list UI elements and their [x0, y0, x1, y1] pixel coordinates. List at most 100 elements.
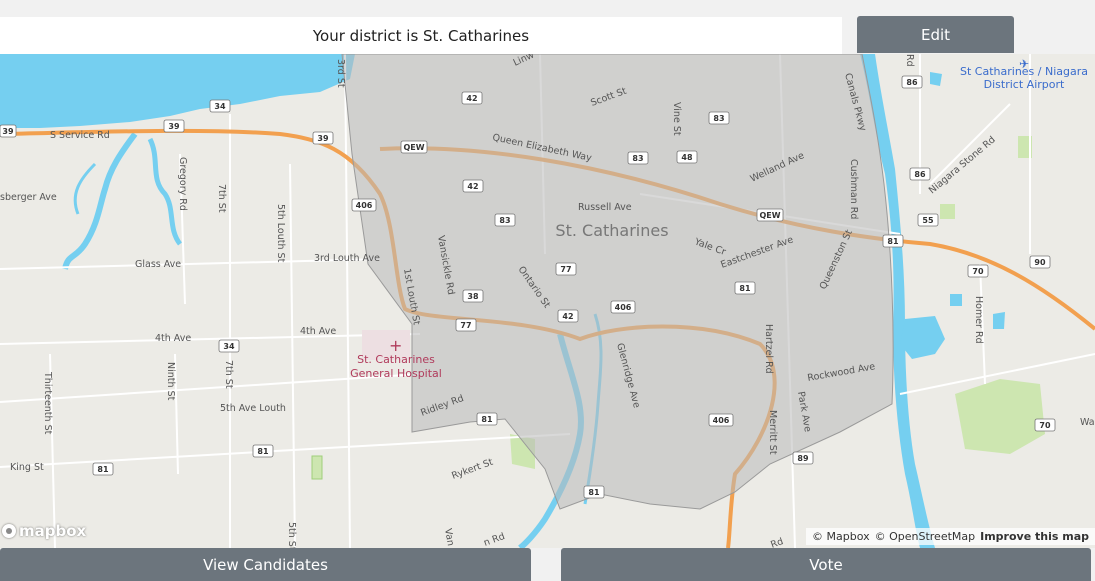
route-shield: 39 [312, 131, 334, 145]
route-shield: 406 [708, 413, 734, 427]
map-attribution: © Mapbox © OpenStreetMap Improve this ma… [806, 528, 1095, 545]
creek-west-3 [73, 162, 97, 215]
airport-label-line1: St Catharines / Niagara [960, 65, 1088, 78]
pond-east2 [993, 312, 1005, 329]
svg-text:406: 406 [356, 201, 373, 210]
svg-text:39: 39 [317, 134, 329, 143]
svg-text:55: 55 [922, 216, 934, 225]
street-label: Merritt St [767, 410, 778, 455]
route-shield: 42 [461, 91, 483, 105]
street-label: 7th St [223, 360, 234, 389]
svg-text:34: 34 [214, 102, 226, 111]
svg-text:77: 77 [460, 321, 471, 330]
hospital-label-line2: General Hospital [350, 367, 442, 380]
lake-ontario [0, 54, 355, 128]
svg-text:406: 406 [615, 303, 632, 312]
map-canvas: + St. Catharines General Hospital ✈ St C… [0, 54, 1095, 548]
svg-text:QEW: QEW [403, 143, 424, 152]
street-label: Van [442, 528, 456, 547]
mapbox-logo[interactable]: mapbox [2, 522, 86, 540]
canal-pond [900, 316, 945, 359]
street-label: Rykert St [450, 457, 495, 482]
street-label: Rd [769, 536, 785, 548]
edit-button[interactable]: Edit [857, 16, 1014, 53]
attribution-osm-link[interactable]: © OpenStreetMap [875, 530, 976, 543]
route-shield: 89 [792, 451, 814, 465]
svg-text:81: 81 [739, 284, 751, 293]
street-label: Cushman Rd [848, 159, 859, 219]
attribution-mapbox-link[interactable]: © Mapbox [812, 530, 870, 543]
route-shield: 86 [901, 75, 923, 89]
route-shield: 42 [462, 179, 484, 193]
view-candidates-button[interactable]: View Candidates [0, 548, 531, 581]
route-shield: 81 [882, 234, 904, 248]
improve-map-link[interactable]: Improve this map [980, 530, 1089, 543]
svg-text:90: 90 [1034, 258, 1046, 267]
svg-text:42: 42 [562, 312, 573, 321]
svg-text:77: 77 [560, 265, 571, 274]
route-shield: 86 [909, 167, 931, 181]
route-shield: QEW [400, 140, 428, 154]
airport-water [930, 72, 942, 86]
hospital-label-line1: St. Catharines [357, 353, 435, 366]
route-shield: 38 [462, 289, 484, 303]
svg-text:QEW: QEW [759, 211, 780, 220]
route-shield: 81 [252, 444, 274, 458]
park-ne [940, 204, 955, 219]
svg-text:406: 406 [713, 416, 730, 425]
street-label: 5th Ave Louth [220, 403, 286, 414]
route-shield: 34 [218, 339, 240, 353]
route-shield: 39 [0, 124, 17, 138]
street-label: 5th Louth St [275, 204, 286, 263]
svg-text:39: 39 [2, 127, 14, 136]
route-shield: 81 [476, 412, 498, 426]
route-shield: 55 [917, 213, 939, 227]
route-shield: 39 [163, 119, 185, 133]
svg-text:70: 70 [972, 267, 984, 276]
street-label: Hartzel Rd [763, 324, 774, 374]
route-shield: 70 [967, 264, 989, 278]
street-label: Vine St [671, 102, 682, 136]
route-shield: 42 [557, 309, 579, 323]
route-shield: 406 [351, 198, 377, 212]
vote-button[interactable]: Vote [561, 548, 1091, 581]
creek-west-2 [147, 137, 183, 246]
svg-text:39: 39 [168, 122, 180, 131]
district-map[interactable]: + St. Catharines General Hospital ✈ St C… [0, 54, 1095, 548]
route-shield: 83 [708, 111, 730, 125]
street-label: Ninth St [165, 362, 176, 401]
route-shield: 81 [583, 485, 605, 499]
svg-text:86: 86 [906, 78, 918, 87]
street-label: Russell Ave [578, 202, 632, 213]
district-text: Your district is St. Catharines [312, 26, 530, 45]
mapbox-logo-icon [2, 524, 16, 538]
route-shield: 70 [1034, 418, 1056, 432]
svg-text:86: 86 [914, 170, 926, 179]
svg-text:83: 83 [713, 114, 724, 123]
street-label: Gregory Rd [177, 157, 188, 211]
airport-label-line2: District Airport [984, 78, 1065, 91]
top-bar: Your district is St. Catharines Edit [0, 0, 1095, 54]
svg-text:38: 38 [467, 292, 479, 301]
district-overlay [341, 54, 894, 510]
svg-text:81: 81 [481, 415, 493, 424]
svg-text:81: 81 [97, 465, 109, 474]
route-shield: QEW [756, 208, 784, 222]
pond-east [950, 294, 962, 306]
svg-text:42: 42 [467, 182, 478, 191]
svg-text:34: 34 [223, 342, 235, 351]
street-label: 4th Ave [155, 333, 191, 344]
street-label: 7th St [216, 184, 227, 213]
street-label: Niagara Stone Rd [927, 134, 998, 196]
street-label: Wa [1080, 417, 1095, 428]
street-label: 5th St [286, 522, 297, 548]
svg-text:42: 42 [466, 94, 477, 103]
svg-text:89: 89 [797, 454, 809, 463]
svg-text:83: 83 [499, 216, 510, 225]
street-label: Homer Rd [973, 296, 984, 344]
street-label: 4th Ave [300, 326, 336, 337]
route-shield: 406 [610, 300, 636, 314]
svg-text:81: 81 [257, 447, 269, 456]
route-shield: 83 [494, 213, 516, 227]
svg-text:48: 48 [681, 153, 693, 162]
